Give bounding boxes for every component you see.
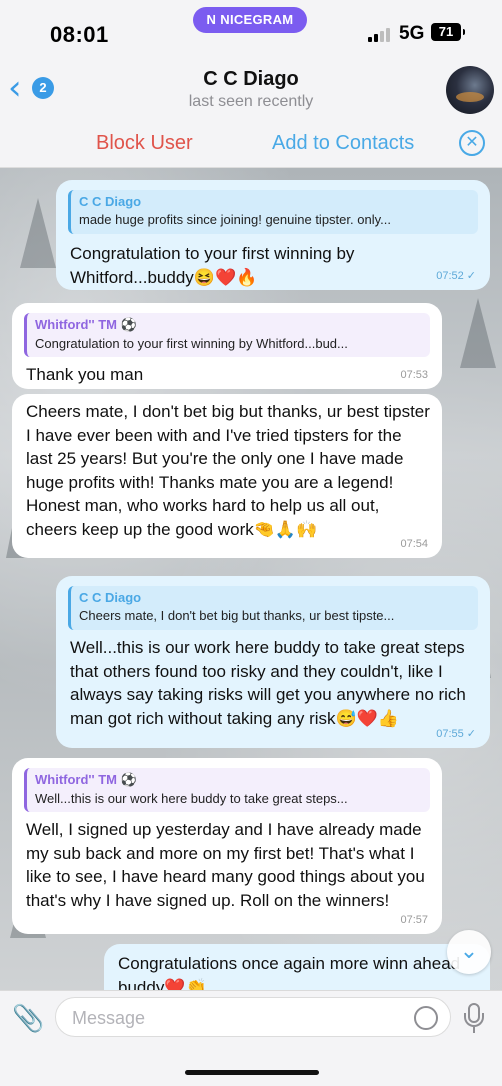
wallpaper-tree bbox=[20, 198, 56, 268]
paperclip-icon[interactable]: 📎 bbox=[12, 1003, 44, 1035]
reply-sender: C C Diago bbox=[79, 590, 142, 605]
avatar[interactable] bbox=[446, 66, 494, 114]
reply-snippet: Well...this is our work here buddy to ta… bbox=[35, 791, 348, 806]
message-time: 07:55 ✓ bbox=[436, 727, 476, 740]
message-text: Cheers mate, I don't bet big but thanks,… bbox=[26, 402, 430, 539]
scroll-to-bottom-button[interactable]: ⌄ bbox=[447, 930, 491, 974]
close-circle-icon[interactable]: ✕ bbox=[459, 130, 485, 156]
double-check-icon: ✓ bbox=[466, 727, 476, 740]
reply-snippet: Congratulation to your first winning by … bbox=[35, 336, 348, 351]
last-seen-status: last seen recently bbox=[188, 93, 314, 110]
message-time: 07:54 bbox=[400, 538, 428, 550]
battery-level: 71 bbox=[438, 24, 454, 39]
network-type: 5G bbox=[399, 23, 425, 44]
message-bubble-outgoing[interactable]: C C Diago Cheers mate, I don't bet big b… bbox=[56, 576, 490, 748]
message-text: Congratulations once again more winn ahe… bbox=[118, 954, 461, 990]
nicegram-pill[interactable]: Ν NICEGRAM bbox=[193, 7, 307, 33]
sticker-icon[interactable] bbox=[414, 1006, 438, 1030]
message-text: Thank you man bbox=[26, 365, 144, 384]
home-indicator bbox=[185, 1070, 319, 1075]
message-time: 07:53 bbox=[400, 369, 428, 381]
battery-icon: 71 bbox=[431, 23, 465, 41]
message-text: Congratulation to your first winning by … bbox=[70, 244, 355, 287]
reply-snippet: made huge profits since joining! genuine… bbox=[79, 212, 391, 227]
reply-quote[interactable]: C C Diago made huge profits since joinin… bbox=[68, 190, 478, 234]
message-bubble-outgoing[interactable]: C C Diago made huge profits since joinin… bbox=[56, 180, 490, 290]
message-bubble-outgoing[interactable]: Congratulations once again more winn ahe… bbox=[104, 944, 490, 990]
message-bubble-incoming[interactable]: Whitford'' TM ⚽ Well...this is our work … bbox=[12, 758, 442, 934]
message-time-text: 07:52 bbox=[436, 270, 464, 282]
signal-icon bbox=[368, 26, 394, 42]
message-input[interactable]: Message bbox=[55, 997, 451, 1037]
message-placeholder: Message bbox=[72, 1008, 146, 1028]
chat-area[interactable]: C C Diago made huge profits since joinin… bbox=[0, 168, 502, 990]
reply-quote[interactable]: C C Diago Cheers mate, I don't bet big b… bbox=[68, 586, 478, 630]
message-bubble-incoming[interactable]: Cheers mate, I don't bet big but thanks,… bbox=[12, 394, 442, 558]
add-to-contacts-button[interactable]: Add to Contacts bbox=[272, 132, 414, 155]
reply-sender: Whitford'' TM ⚽ bbox=[35, 772, 137, 787]
wallpaper-tree bbox=[460, 298, 496, 368]
nicegram-logo-icon: Ν bbox=[206, 12, 217, 27]
nicegram-label: NICEGRAM bbox=[220, 12, 294, 27]
message-time: 07:57 bbox=[400, 914, 428, 926]
double-check-icon: ✓ bbox=[466, 269, 476, 282]
message-input-bar: 📎 Message bbox=[0, 990, 502, 1086]
reply-sender: C C Diago bbox=[79, 194, 142, 209]
message-time: 07:52 ✓ bbox=[436, 269, 476, 282]
microphone-icon[interactable] bbox=[460, 1001, 488, 1035]
chevron-down-icon: ⌄ bbox=[459, 939, 479, 964]
reply-quote[interactable]: Whitford'' TM ⚽ Congratulation to your f… bbox=[24, 313, 430, 357]
reply-snippet: Cheers mate, I don't bet big but thanks,… bbox=[79, 608, 395, 623]
status-bar: 08:01 Ν NICEGRAM 5G 71 bbox=[0, 0, 502, 60]
reply-sender: Whitford'' TM ⚽ bbox=[35, 317, 137, 332]
status-time: 08:01 bbox=[50, 22, 109, 47]
contact-action-bar: Block User Add to Contacts ✕ bbox=[0, 118, 502, 168]
message-time-text: 07:55 bbox=[436, 728, 464, 740]
reply-quote[interactable]: Whitford'' TM ⚽ Well...this is our work … bbox=[24, 768, 430, 812]
message-text: Well...this is our work here buddy to ta… bbox=[70, 638, 466, 728]
message-text: Well, I signed up yesterday and I have a… bbox=[26, 820, 425, 910]
chat-header: ‹ 2 C C Diago last seen recently bbox=[0, 60, 502, 118]
chat-title[interactable]: C C Diago bbox=[0, 68, 502, 91]
block-user-button[interactable]: Block User bbox=[96, 132, 193, 155]
message-bubble-incoming[interactable]: Whitford'' TM ⚽ Congratulation to your f… bbox=[12, 303, 442, 389]
